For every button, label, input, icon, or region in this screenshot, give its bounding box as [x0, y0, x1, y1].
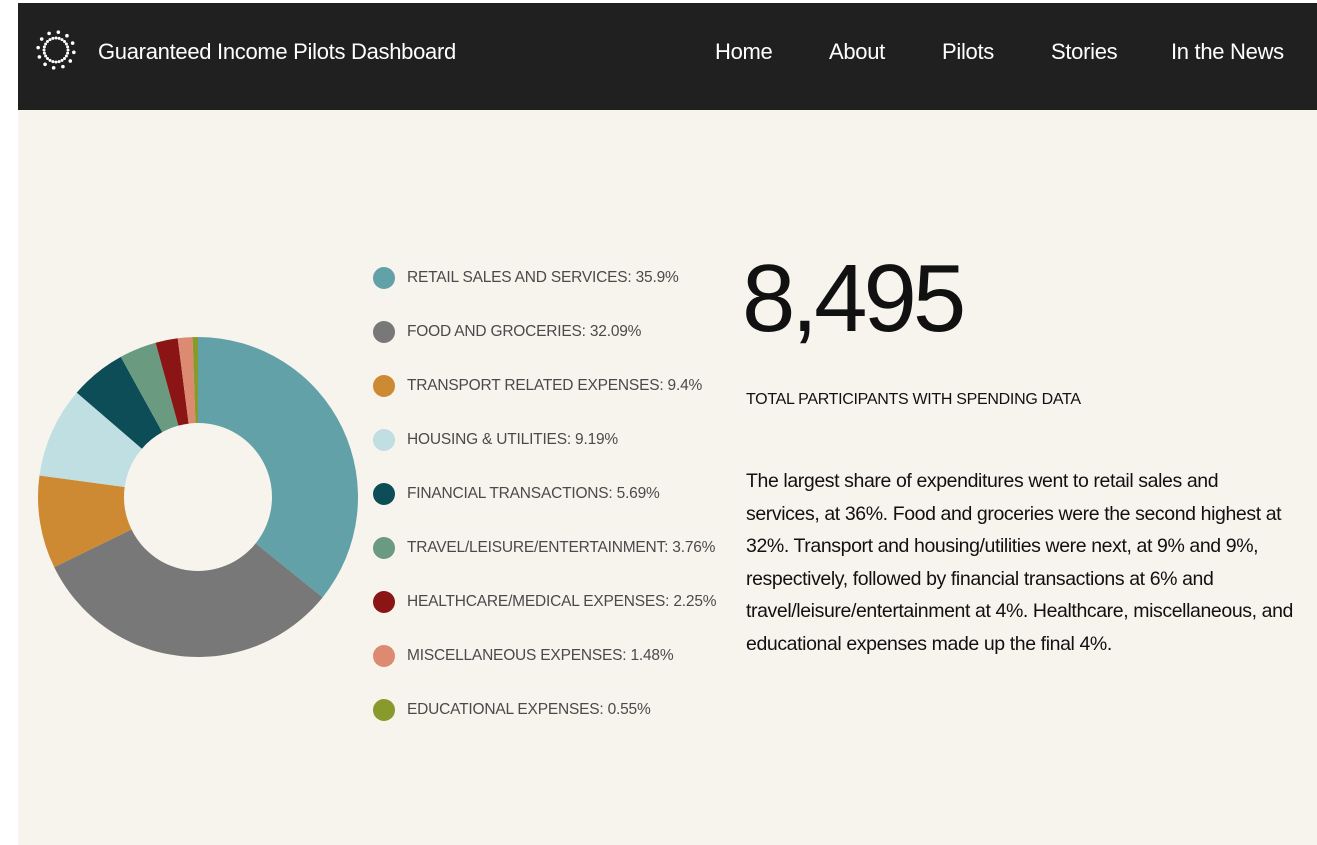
nav-pilots[interactable]: Pilots: [942, 39, 994, 65]
dotted-circle-logo-icon[interactable]: [32, 15, 80, 85]
legend-item[interactable]: TRANSPORT RELATED EXPENSES: 9.4%: [373, 371, 702, 401]
navbar: Guaranteed Income Pilots Dashboard Home …: [18, 3, 1317, 110]
legend-swatch: [373, 537, 395, 559]
legend-item[interactable]: FINANCIAL TRANSACTIONS: 5.69%: [373, 479, 660, 509]
nav-stories[interactable]: Stories: [1051, 39, 1118, 65]
donut-slice-0[interactable]: [198, 337, 358, 598]
legend-label: TRAVEL/LEISURE/ENTERTAINMENT: 3.76%: [407, 539, 716, 556]
page-frame: Guaranteed Income Pilots Dashboard Home …: [18, 3, 1317, 845]
legend-label: FOOD AND GROCERIES: 32.09%: [407, 323, 642, 340]
legend-swatch: [373, 699, 395, 721]
legend-item[interactable]: RETAIL SALES AND SERVICES: 35.9%: [373, 263, 679, 293]
legend-item[interactable]: TRAVEL/LEISURE/ENTERTAINMENT: 3.76%: [373, 533, 715, 563]
legend-label: HOUSING & UTILITIES: 9.19%: [407, 431, 618, 448]
legend-swatch: [373, 267, 395, 289]
legend-item[interactable]: FOOD AND GROCERIES: 32.09%: [373, 317, 641, 347]
nav-home[interactable]: Home: [715, 39, 773, 65]
participants-count: 8,495: [742, 245, 966, 352]
legend-item[interactable]: HEALTHCARE/MEDICAL EXPENSES: 2.25%: [373, 587, 717, 617]
donut-chart: [38, 337, 358, 657]
participants-label: TOTAL PARTICIPANTS WITH SPENDING DATA: [746, 391, 1081, 408]
legend-item[interactable]: HOUSING & UTILITIES: 9.19%: [373, 425, 618, 455]
legend-swatch: [373, 591, 395, 613]
nav-about[interactable]: About: [829, 39, 885, 65]
legend-label: FINANCIAL TRANSACTIONS: 5.69%: [407, 485, 660, 502]
legend-label: MISCELLANEOUS EXPENSES: 1.48%: [407, 647, 674, 664]
legend-swatch: [373, 645, 395, 667]
legend-swatch: [373, 429, 395, 451]
legend-label: EDUCATIONAL EXPENSES: 0.55%: [407, 701, 651, 718]
site-title[interactable]: Guaranteed Income Pilots Dashboard: [98, 39, 456, 65]
legend-label: RETAIL SALES AND SERVICES: 35.9%: [407, 269, 679, 286]
legend-swatch: [373, 321, 395, 343]
spending-summary: The largest share of expenditures went t…: [746, 470, 1293, 655]
legend-swatch: [373, 483, 395, 505]
legend-label: TRANSPORT RELATED EXPENSES: 9.4%: [407, 377, 703, 394]
legend-item[interactable]: EDUCATIONAL EXPENSES: 0.55%: [373, 695, 651, 725]
legend-swatch: [373, 375, 395, 397]
legend-label: HEALTHCARE/MEDICAL EXPENSES: 2.25%: [407, 593, 717, 610]
nav-in-the-news[interactable]: In the News: [1171, 39, 1284, 65]
legend-item[interactable]: MISCELLANEOUS EXPENSES: 1.48%: [373, 641, 674, 671]
